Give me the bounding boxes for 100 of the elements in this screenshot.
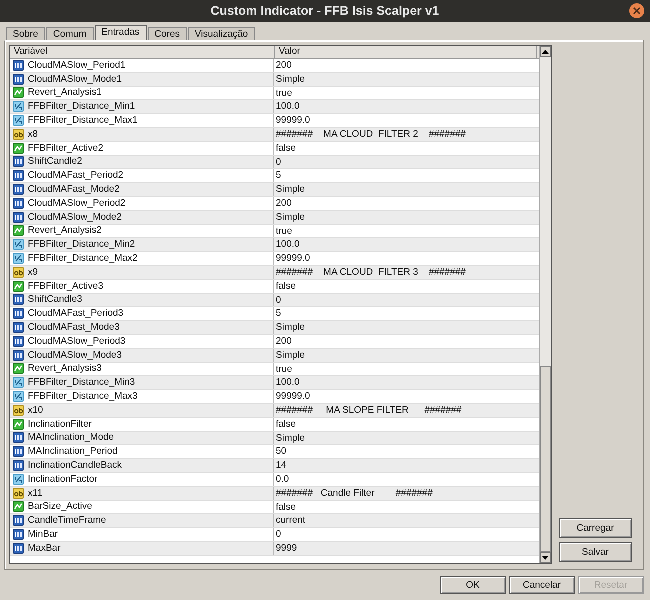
text-icon [13,128,24,140]
table-cell: CloudMASlow_Mode3 [10,348,274,362]
table-cell-text: false [275,500,298,514]
table-cell: MAInclination_Mode [10,432,274,444]
table-cell-text: 100.0 [275,100,301,114]
table-cell-text: false [275,280,298,293]
chart-line-icon [13,87,24,98]
table-cell-text: Simple [275,183,306,196]
table-cell: FFBFilter_Active2 [10,142,274,155]
table-cell-text: 0 [275,156,282,168]
table-cell: Revert_Analysis1 [10,86,274,100]
number-icon [13,336,24,347]
table-cell-text: 200 [275,59,293,72]
number-icon [13,542,24,554]
fraction-icon [13,474,24,485]
chart-line-icon [13,418,24,430]
table-cell: x11 [10,486,274,500]
table-cell-text: ####### MA SLOPE FILTER ####### [275,404,463,417]
number-icon [13,212,24,223]
table-cell: x8 [10,128,274,141]
table-cell-text: false [275,142,298,155]
chart-line-icon [13,363,24,374]
table-cell: ShiftCandle2 [10,156,274,168]
table-cell: FFBFilter_Distance_Min3 [10,376,274,390]
table-cell: FFBFilter_Distance_Max3 [10,390,274,403]
chart-line-icon [13,501,24,512]
dialog-button[interactable]: OK [440,576,506,594]
table-cell: BarSize_Active [10,500,274,514]
table-cell: Revert_Analysis2 [10,224,274,238]
dialog-button[interactable]: Cancelar [509,576,575,594]
text-icon [13,404,24,416]
table-cell-text: true [275,224,294,238]
number-icon [13,322,24,334]
number-icon [13,432,24,444]
table-cell-text: Simple [275,348,306,362]
table-cell-text: Simple [275,210,306,224]
table-cell-text: 99999.0 [275,114,312,127]
table-cell-text: 14 [275,459,288,472]
table-cell: x9 [10,266,274,279]
table-cell: CloudMASlow_Period2 [10,196,274,210]
column-header: Valor [275,46,537,58]
number-icon [13,60,24,71]
table-cell-text: true [275,86,294,100]
number-icon [13,528,24,540]
side-button[interactable]: Salvar [559,542,632,562]
fraction-icon [13,115,24,126]
table-cell: CloudMAFast_Mode3 [10,321,274,334]
chart-line-icon [13,225,24,236]
number-icon [13,446,24,458]
number-icon [13,515,24,526]
table-cell-text: false [275,418,298,431]
number-icon [13,294,24,306]
table-cell: InclinationCandleBack [10,459,274,472]
number-icon [13,184,24,196]
table-cell: FFBFilter_Distance_Max1 [10,114,274,127]
side-button[interactable]: Carregar [559,518,632,538]
table-cell-text: ####### Candle Filter ####### [275,486,434,500]
number-icon [13,460,24,471]
table-cell-text: 0 [275,294,282,306]
table-cell-text: Simple [275,72,306,86]
text-icon [13,266,24,278]
number-icon [13,170,24,182]
table-cell: CloudMASlow_Period1 [10,59,274,72]
fraction-icon [13,377,24,388]
number-icon [13,74,24,85]
number-icon [13,156,24,168]
table-cell: CloudMAFast_Period3 [10,307,274,320]
table-cell-text: 99999.0 [275,252,312,265]
table-cell-text: Simple [275,321,306,334]
table-cell-text: 9999 [275,542,298,555]
table-cell: MAInclination_Period [10,445,274,458]
table-cell-text: 0.0 [275,472,290,486]
table-cell-text: 99999.0 [275,390,312,403]
scrollbar[interactable] [539,46,551,563]
table-cell: MaxBar [10,542,274,555]
table-cell-text: 200 [275,196,293,210]
table-cell: MinBar [10,528,274,541]
table-cell: CloudMASlow_Period3 [10,334,274,348]
table-cell: CloudMASlow_Mode1 [10,72,274,86]
number-icon [13,308,24,320]
table-cell: CloudMAFast_Period2 [10,169,274,182]
table-cell-text: 0 [275,528,282,541]
fraction-icon [13,101,24,112]
table-cell-text: ####### MA CLOUD FILTER 3 ####### [275,266,467,279]
table-cell-text: 5 [275,169,282,182]
column-header: Variável [10,46,275,58]
chart-line-icon [13,280,24,292]
table-cell: ShiftCandle3 [10,294,274,306]
table-cell: CloudMASlow_Mode2 [10,210,274,224]
scroll-down-icon[interactable] [542,556,549,560]
table-cell: x10 [10,404,274,417]
table-cell-text: 200 [275,334,293,348]
window-title: Custom Indicator - FFB Isis Scalper v1 [210,4,440,18]
table-cell: InclinationFactor [10,472,274,486]
table-cell-text: 5 [275,307,282,320]
scroll-up-icon[interactable] [542,50,549,54]
chart-line-icon [13,142,24,154]
table-cell-text: Simple [275,432,306,444]
table-cell: FFBFilter_Distance_Min1 [10,100,274,114]
close-icon[interactable] [629,3,645,19]
